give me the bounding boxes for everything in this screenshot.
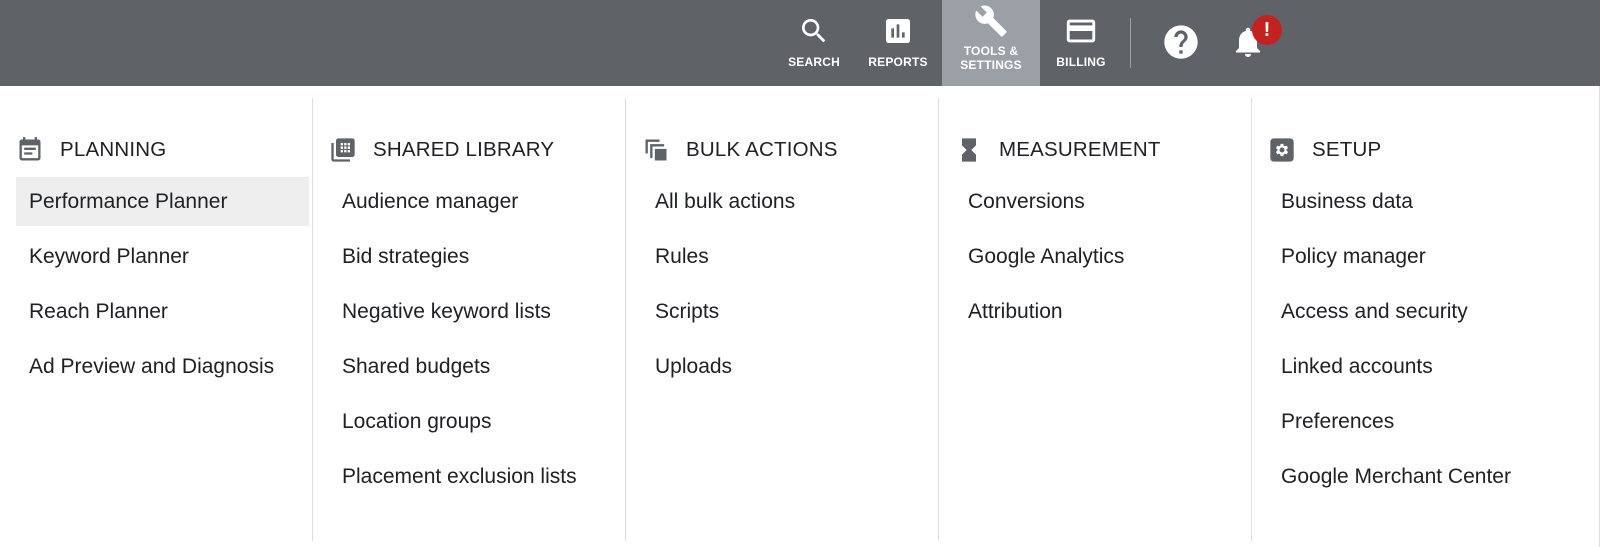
- menu-item-google-analytics[interactable]: Google Analytics: [955, 232, 1248, 281]
- column-title: PLANNING: [60, 138, 167, 161]
- menu-item-ad-preview[interactable]: Ad Preview and Diagnosis: [16, 342, 309, 391]
- column-header: SETUP: [1268, 130, 1381, 170]
- billing-button[interactable]: BILLING: [1050, 0, 1112, 86]
- menu-item-google-merchant-center[interactable]: Google Merchant Center: [1268, 452, 1588, 501]
- billing-label: BILLING: [1056, 55, 1106, 69]
- menu-item-attribution[interactable]: Attribution: [955, 287, 1248, 336]
- menu-item-reach-planner[interactable]: Reach Planner: [16, 287, 309, 336]
- menu-item-business-data[interactable]: Business data: [1268, 177, 1588, 226]
- search-icon: [797, 14, 831, 48]
- column-measurement: MEASUREMENT Conversions Google Analytics…: [939, 98, 1252, 541]
- column-shared-library: SHARED LIBRARY Audience manager Bid stra…: [313, 98, 626, 541]
- menu-item-bid-strategies[interactable]: Bid strategies: [329, 232, 622, 281]
- column-title: SETUP: [1312, 138, 1382, 161]
- top-navigation-bar: SEARCH REPORTS TOOLS & SETTINGS BILLING …: [0, 0, 1600, 86]
- reports-label: REPORTS: [868, 55, 928, 69]
- column-header: BULK ACTIONS: [642, 130, 838, 170]
- menu-item-shared-budgets[interactable]: Shared budgets: [329, 342, 622, 391]
- alert-badge: !: [1252, 15, 1282, 45]
- wrench-icon: [974, 4, 1008, 38]
- menu-item-keyword-planner[interactable]: Keyword Planner: [16, 232, 309, 281]
- search-label: SEARCH: [788, 55, 840, 69]
- column-title: MEASUREMENT: [999, 138, 1161, 161]
- search-button[interactable]: SEARCH: [780, 0, 848, 86]
- column-header: MEASUREMENT: [955, 130, 1161, 170]
- menu-item-rules[interactable]: Rules: [642, 232, 935, 281]
- hourglass-icon: [955, 136, 983, 164]
- bar-chart-icon: [881, 14, 915, 48]
- tools-settings-label: TOOLS & SETTINGS: [960, 44, 1022, 72]
- menu-item-access-and-security[interactable]: Access and security: [1268, 287, 1588, 336]
- menu-item-location-groups[interactable]: Location groups: [329, 397, 622, 446]
- column-setup: SETUP Business data Policy manager Acces…: [1252, 98, 1592, 541]
- calendar-icon: [16, 136, 44, 164]
- menu-item-audience-manager[interactable]: Audience manager: [329, 177, 622, 226]
- menu-item-placement-exclusion-lists[interactable]: Placement exclusion lists: [329, 452, 622, 501]
- credit-card-icon: [1064, 14, 1098, 48]
- menu-item-all-bulk-actions[interactable]: All bulk actions: [642, 177, 935, 226]
- tools-settings-menu: PLANNING Performance Planner Keyword Pla…: [0, 86, 1600, 547]
- library-icon: [329, 136, 357, 164]
- menu-item-preferences[interactable]: Preferences: [1268, 397, 1588, 446]
- copy-icon: [642, 136, 670, 164]
- menu-item-scripts[interactable]: Scripts: [642, 287, 935, 336]
- reports-button[interactable]: REPORTS: [860, 0, 936, 86]
- tools-settings-button[interactable]: TOOLS & SETTINGS: [942, 0, 1040, 86]
- column-bulk-actions: BULK ACTIONS All bulk actions Rules Scri…: [626, 98, 939, 541]
- menu-item-negative-keyword-lists[interactable]: Negative keyword lists: [329, 287, 622, 336]
- nav-divider: [1130, 18, 1131, 68]
- menu-item-performance-planner[interactable]: Performance Planner: [16, 177, 309, 226]
- menu-item-policy-manager[interactable]: Policy manager: [1268, 232, 1588, 281]
- column-header: PLANNING: [16, 130, 166, 170]
- menu-item-linked-accounts[interactable]: Linked accounts: [1268, 342, 1588, 391]
- menu-item-uploads[interactable]: Uploads: [642, 342, 935, 391]
- column-title: SHARED LIBRARY: [373, 138, 555, 161]
- column-title: BULK ACTIONS: [686, 138, 838, 161]
- column-planning: PLANNING Performance Planner Keyword Pla…: [0, 98, 313, 541]
- column-header: SHARED LIBRARY: [329, 130, 554, 170]
- help-icon: [1164, 25, 1198, 59]
- help-button[interactable]: [1159, 20, 1203, 64]
- menu-item-conversions[interactable]: Conversions: [955, 177, 1248, 226]
- gear-icon: [1268, 136, 1296, 164]
